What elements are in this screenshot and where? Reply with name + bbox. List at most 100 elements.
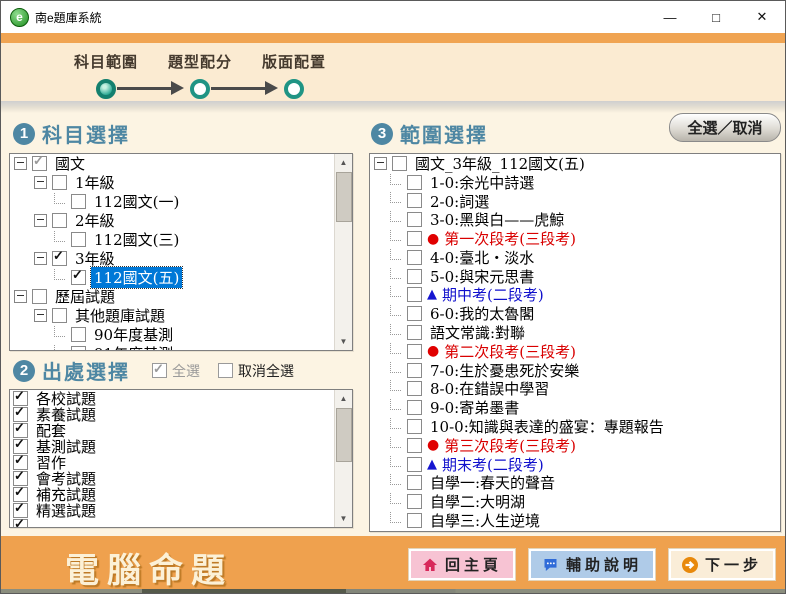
expander-icon[interactable] bbox=[34, 176, 47, 189]
select-toggle-button[interactable]: 全選／取消 bbox=[669, 113, 781, 142]
subject-tree-item[interactable]: 3年級 bbox=[10, 249, 335, 268]
tree-checkbox[interactable] bbox=[71, 346, 86, 350]
range-checkbox[interactable] bbox=[407, 475, 422, 491]
range-tree-item[interactable]: ▲ 期末考(二段考) bbox=[370, 455, 780, 474]
tree-item-label[interactable]: 歷屆試題 bbox=[52, 286, 118, 307]
subject-tree-item[interactable]: 2年級 bbox=[10, 211, 335, 230]
scroll-up-icon[interactable]: ▲ bbox=[335, 154, 352, 171]
deselect-all-checkbox[interactable] bbox=[218, 363, 233, 378]
range-tree-item[interactable]: 1-0:余光中詩選 bbox=[370, 173, 780, 192]
range-tree-item[interactable]: 7-0:生於憂患死於安樂 bbox=[370, 361, 780, 380]
maximize-button[interactable]: □ bbox=[693, 1, 739, 33]
expander-icon[interactable] bbox=[34, 214, 47, 227]
tree-item-label[interactable]: 國文 bbox=[52, 154, 88, 174]
select-all-checkbox-group[interactable]: 全選 bbox=[152, 361, 200, 381]
tree-checkbox[interactable] bbox=[71, 268, 86, 285]
subject-tree-item[interactable]: 歷屆試題 bbox=[10, 287, 335, 306]
source-checkbox[interactable] bbox=[13, 421, 28, 438]
deselect-all-checkbox-group[interactable]: 取消全選 bbox=[218, 361, 294, 381]
source-list-item[interactable]: 精選試題 bbox=[10, 500, 335, 521]
home-button[interactable]: 回主頁 bbox=[408, 549, 515, 580]
subject-tree-item[interactable]: 90年度基測 bbox=[10, 325, 335, 344]
range-checkbox[interactable] bbox=[407, 437, 422, 453]
range-checkbox[interactable] bbox=[407, 400, 422, 416]
range-checkbox[interactable] bbox=[407, 193, 422, 209]
source-checkbox[interactable] bbox=[13, 469, 28, 486]
source-checkbox[interactable] bbox=[13, 501, 28, 518]
subject-tree-item[interactable]: 國文 bbox=[10, 154, 335, 173]
range-tree-item[interactable]: ● 第一次段考(三段考) bbox=[370, 229, 780, 248]
tree-checkbox[interactable] bbox=[32, 289, 47, 304]
range-tree-item[interactable]: ▲ 期中考(二段考) bbox=[370, 286, 780, 304]
select-all-checkbox[interactable] bbox=[152, 361, 167, 378]
help-button[interactable]: 輔助說明 bbox=[528, 549, 655, 580]
range-tree-item[interactable]: 2-0:詞選 bbox=[370, 192, 780, 211]
tree-item-label[interactable]: 1年級 bbox=[72, 172, 118, 193]
tree-checkbox[interactable] bbox=[71, 327, 86, 342]
range-checkbox[interactable] bbox=[407, 174, 422, 190]
tree-checkbox[interactable] bbox=[52, 213, 67, 228]
range-item-label[interactable]: 自學三:人生逆境 bbox=[427, 510, 543, 531]
range-checkbox[interactable] bbox=[407, 212, 422, 228]
range-checkbox[interactable] bbox=[407, 513, 422, 529]
subject-tree-item[interactable]: 112國文(一) bbox=[10, 192, 335, 211]
tree-checkbox[interactable] bbox=[71, 232, 86, 247]
tree-checkbox[interactable] bbox=[52, 249, 67, 266]
subject-tree-item[interactable]: 1年級 bbox=[10, 173, 335, 192]
tree-item-label[interactable]: 其他題庫試題 bbox=[72, 305, 168, 326]
expander-icon[interactable] bbox=[374, 156, 387, 170]
range-checkbox[interactable] bbox=[407, 287, 422, 303]
source-checkbox[interactable] bbox=[13, 453, 28, 470]
tree-item-label[interactable]: 2年級 bbox=[72, 210, 118, 231]
tree-checkbox[interactable] bbox=[52, 175, 67, 190]
next-step-button[interactable]: 下一步 bbox=[668, 549, 775, 580]
scroll-up-icon[interactable]: ▲ bbox=[335, 390, 352, 407]
subject-tree-item[interactable]: 其他題庫試題 bbox=[10, 306, 335, 325]
range-tree-item[interactable]: 國文_3年級_112國文(五) bbox=[370, 154, 780, 173]
range-checkbox[interactable] bbox=[407, 268, 422, 284]
subject-tree-item[interactable]: 91年度基測 bbox=[10, 344, 335, 350]
range-tree-item[interactable]: 5-0:與宋元思書 bbox=[370, 267, 780, 286]
range-checkbox[interactable] bbox=[407, 343, 422, 359]
minimize-button[interactable]: — bbox=[647, 1, 693, 33]
tree-item-label[interactable]: 112國文(三) bbox=[91, 229, 182, 250]
range-checkbox[interactable] bbox=[407, 231, 422, 247]
tree-item-label[interactable]: 3年級 bbox=[72, 248, 118, 269]
range-checkbox[interactable] bbox=[407, 494, 422, 510]
range-tree-item[interactable]: 自學一:春天的聲音 bbox=[370, 474, 780, 492]
range-checkbox[interactable] bbox=[407, 325, 422, 341]
close-button[interactable]: ✕ bbox=[739, 1, 785, 33]
source-checkbox[interactable] bbox=[13, 437, 28, 454]
subject-tree-item[interactable]: 112國文(五) bbox=[10, 266, 335, 289]
range-tree-item[interactable]: 4-0:臺北・淡水 bbox=[370, 248, 780, 267]
tree-item-label[interactable]: 91年度基測 bbox=[91, 343, 176, 350]
tree-checkbox[interactable] bbox=[32, 154, 47, 171]
range-tree-item[interactable]: 10-0:知識與表達的盛宴：專題報告 bbox=[370, 417, 780, 436]
tree-item-label[interactable]: 90年度基測 bbox=[91, 324, 176, 345]
subject-tree-item[interactable]: 112國文(三) bbox=[10, 230, 335, 249]
tree-item-label[interactable]: 112國文(一) bbox=[91, 191, 182, 212]
range-checkbox[interactable] bbox=[407, 362, 422, 378]
tree-checkbox[interactable] bbox=[71, 194, 86, 209]
expander-icon[interactable] bbox=[34, 252, 47, 265]
subject-scrollbar[interactable]: ▲ ▼ bbox=[334, 154, 352, 350]
expander-icon[interactable] bbox=[14, 157, 27, 170]
range-tree-item[interactable]: 9-0:寄弟墨書 bbox=[370, 398, 780, 417]
range-checkbox[interactable] bbox=[392, 155, 407, 171]
range-tree-item[interactable]: 6-0:我的太魯閣 bbox=[370, 304, 780, 323]
expander-icon[interactable] bbox=[34, 309, 47, 322]
range-checkbox[interactable] bbox=[407, 419, 422, 435]
scroll-thumb[interactable] bbox=[336, 172, 352, 222]
tree-item-label[interactable]: 112國文(五) bbox=[89, 266, 184, 289]
expander-icon[interactable] bbox=[14, 290, 27, 303]
range-tree-item[interactable]: ● 第二次段考(三段考) bbox=[370, 342, 780, 361]
scroll-thumb[interactable] bbox=[336, 408, 352, 462]
range-tree-item[interactable]: 自學三:人生逆境 bbox=[370, 511, 780, 530]
range-checkbox[interactable] bbox=[407, 306, 422, 322]
source-checkbox[interactable] bbox=[13, 517, 28, 527]
source-scrollbar[interactable]: ▲ ▼ bbox=[334, 390, 352, 527]
source-checkbox[interactable] bbox=[13, 390, 28, 406]
range-tree-item[interactable]: 自學二:大明湖 bbox=[370, 492, 780, 511]
source-item-label[interactable]: 精選試題 bbox=[33, 500, 99, 521]
source-checkbox[interactable] bbox=[13, 405, 28, 422]
